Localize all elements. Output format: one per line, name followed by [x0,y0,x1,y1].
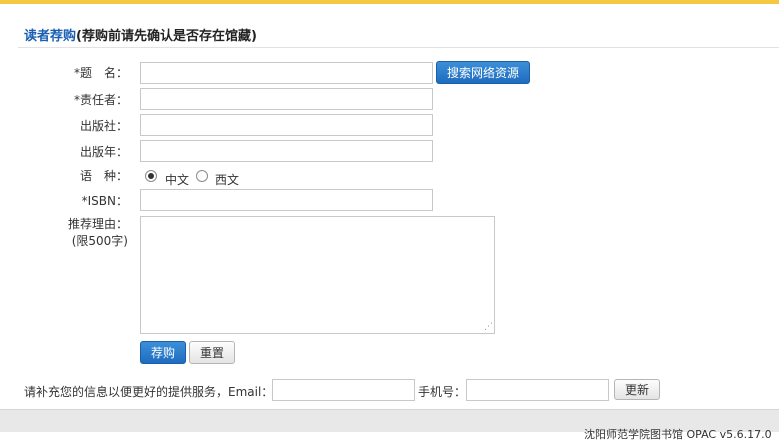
footer-bar: 沈阳师范学院图书馆 OPAC v5.6.17.0 [0,409,779,441]
year-input[interactable] [140,140,433,162]
publisher-input[interactable] [140,114,433,136]
language-label: 语 种： [79,169,128,183]
reason-textarea[interactable] [140,216,495,334]
update-button[interactable]: 更新 [614,379,660,400]
isbn-input[interactable] [140,189,433,211]
author-label: 责任者： [79,93,128,107]
reason-label: 推荐理由： [67,217,128,231]
heading-divider [18,47,779,48]
phone-label: 手机号： [418,385,467,399]
page-heading: 读者荐购(荐购前请先确认是否存在馆藏) [24,25,257,44]
language-option-chinese: 中文 [165,173,190,187]
page-subtitle: (荐购前请先确认是否存在馆藏) [76,29,257,44]
language-radio-western[interactable] [196,170,208,182]
publisher-label: 出版社： [79,119,128,133]
email-input[interactable] [272,379,415,401]
language-radio-chinese[interactable] [145,170,157,182]
author-label-wrap: *责任者： [12,93,128,107]
reset-button[interactable]: 重置 [189,341,235,364]
language-option-western: 西文 [215,173,240,187]
isbn-label-wrap: *ISBN： [12,194,128,208]
title-label-wrap: *题 名： [12,66,128,80]
top-accent-bar [0,0,779,4]
search-online-resources-button[interactable]: 搜索网络资源 [436,61,530,84]
page-title: 读者荐购 [24,29,77,44]
footer-text: 沈阳师范学院图书馆 OPAC v5.6.17.0 [584,428,772,441]
isbn-label: ISBN： [87,194,128,208]
phone-input[interactable] [466,379,609,401]
title-label: 题 名： [79,66,128,80]
year-label: 出版年： [79,145,128,159]
author-input[interactable] [140,88,433,110]
reason-limit-label: (限500字) [71,234,128,248]
submit-recommend-button[interactable]: 荐购 [140,341,186,364]
resize-grip-icon[interactable]: ⋰ [484,323,493,332]
title-input[interactable] [140,62,433,84]
contact-info-prompt: 请补充您的信息以便更好的提供服务，Email： [24,385,274,399]
